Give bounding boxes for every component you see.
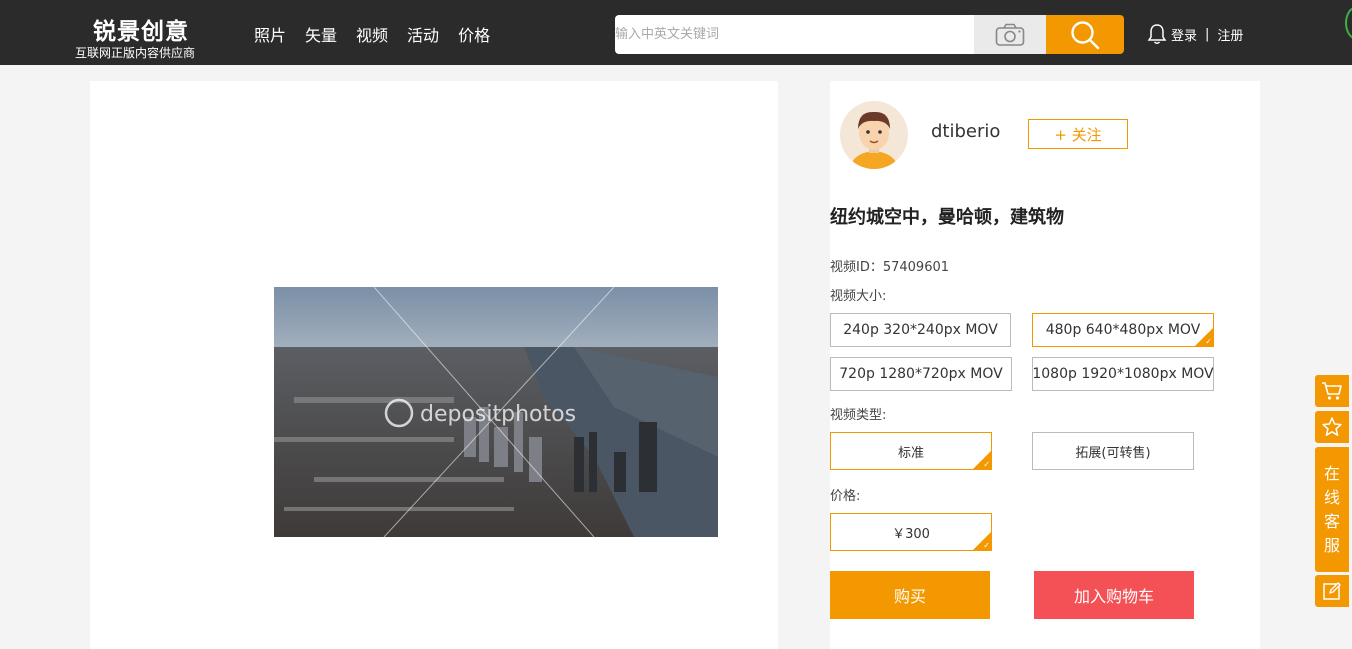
selected-check-icon: [1195, 328, 1213, 346]
video-preview[interactable]: depositphotos: [274, 287, 718, 537]
search-box: [615, 15, 1046, 54]
buy-button[interactable]: 购买: [830, 571, 990, 619]
size-option-label: 480p 640*480px MOV: [1045, 322, 1201, 338]
selected-check-icon: [973, 532, 991, 550]
edit-icon: [1323, 582, 1341, 600]
service-char: 客: [1323, 511, 1340, 531]
size-option-label: 240p 320*240px MOV: [843, 322, 998, 338]
main-nav: 照片 矢量 视频 活动 价格: [254, 22, 509, 46]
type-option-label: 拓展(可转售): [1075, 445, 1151, 461]
watermark-text: depositphotos: [420, 402, 576, 427]
size-option-480p[interactable]: 480p 640*480px MOV: [1032, 313, 1214, 347]
price-value: ￥300: [892, 526, 930, 542]
add-to-cart-button[interactable]: 加入购物车: [1034, 571, 1194, 619]
search-input[interactable]: [615, 15, 965, 54]
register-link[interactable]: 注册: [1217, 25, 1243, 44]
service-char: 线: [1323, 487, 1340, 507]
size-label: 视频大小:: [830, 289, 887, 304]
type-option-label: 标准: [897, 445, 924, 461]
video-title: 纽约城空中，曼哈顿，建筑物: [830, 207, 1064, 228]
auth-separator: |: [1205, 27, 1210, 42]
logo-subtitle: 互联网正版内容供应商: [75, 46, 196, 60]
login-link[interactable]: 登录: [1171, 25, 1197, 44]
logo-title[interactable]: 锐景创意: [93, 12, 189, 46]
service-char: 在: [1323, 463, 1340, 483]
nav-item-photos[interactable]: 照片: [254, 22, 286, 46]
nav-item-pricing[interactable]: 价格: [458, 22, 490, 46]
cart-icon: [1322, 382, 1342, 400]
video-thumbnail: depositphotos: [274, 287, 718, 537]
size-option-240p[interactable]: 240p 320*240px MOV: [830, 313, 1011, 347]
price-box[interactable]: ￥300: [830, 513, 992, 551]
size-option-1080p[interactable]: 1080p 1920*1080px MOV: [1032, 357, 1214, 391]
nav-item-vectors[interactable]: 矢量: [305, 22, 337, 46]
search-button[interactable]: [1046, 15, 1124, 54]
author-name[interactable]: dtiberio: [931, 121, 1000, 142]
size-option-label: 1080p 1920*1080px MOV: [1032, 366, 1214, 382]
search-icon: [1071, 20, 1100, 49]
author-avatar[interactable]: [840, 101, 908, 169]
float-feedback-button[interactable]: [1315, 575, 1349, 607]
camera-icon: [995, 23, 1025, 46]
size-option-720p[interactable]: 720p 1280*720px MOV: [830, 357, 1012, 391]
video-id: 视频ID：57409601: [830, 260, 950, 275]
selected-check-icon: [973, 451, 991, 469]
type-label: 视频类型:: [830, 408, 887, 423]
online-service-button[interactable]: 在 线 客 服: [1315, 447, 1349, 572]
price-label: 价格:: [830, 489, 861, 504]
star-icon: [1322, 417, 1342, 436]
nav-item-videos[interactable]: 视频: [356, 22, 388, 46]
float-cart-button[interactable]: [1315, 375, 1349, 407]
type-option-extended[interactable]: 拓展(可转售): [1032, 432, 1194, 470]
nav-item-events[interactable]: 活动: [407, 22, 439, 46]
auth-links: 登录 | 注册: [1171, 25, 1243, 44]
follow-button[interactable]: + 关注: [1028, 119, 1128, 149]
size-option-label: 720p 1280*720px MOV: [839, 366, 1003, 382]
type-option-standard[interactable]: 标准: [830, 432, 992, 470]
bell-icon[interactable]: [1147, 23, 1167, 45]
avatar-face-icon: [850, 111, 898, 169]
image-search-button[interactable]: [974, 15, 1046, 54]
service-char: 服: [1323, 535, 1340, 555]
float-favorite-button[interactable]: [1315, 411, 1349, 443]
